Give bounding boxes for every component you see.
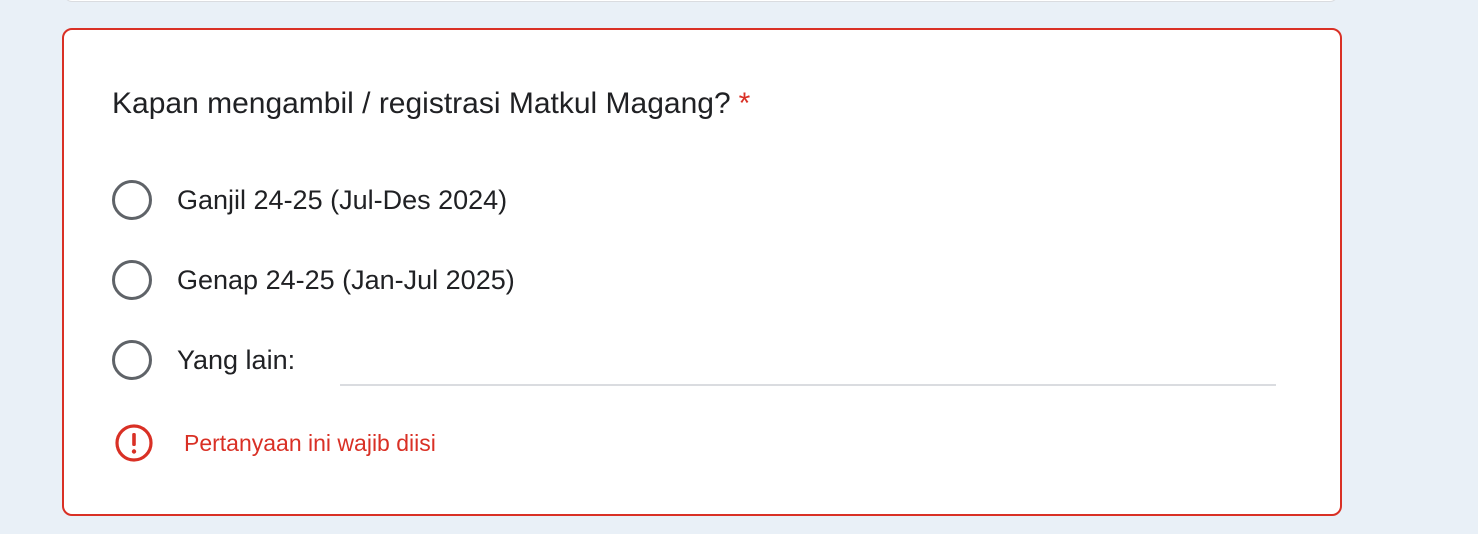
error-circle-icon bbox=[115, 424, 153, 462]
question-title: Kapan mengambil / registrasi Matkul Maga… bbox=[112, 84, 750, 124]
error-message: Pertanyaan ini wajib diisi bbox=[184, 430, 436, 456]
radio-option-label: Yang lain: bbox=[177, 345, 296, 375]
question-card: Kapan mengambil / registrasi Matkul Maga… bbox=[62, 28, 1342, 516]
radio-button[interactable] bbox=[112, 340, 152, 380]
radio-option-ganjil[interactable]: Ganjil 24-25 (Jul-Des 2024) bbox=[112, 178, 507, 222]
radio-option-label: Genap 24-25 (Jan-Jul 2025) bbox=[177, 265, 515, 295]
radio-button[interactable] bbox=[112, 180, 152, 220]
other-answer-input[interactable] bbox=[340, 348, 1276, 386]
radio-option-other[interactable]: Yang lain: bbox=[112, 338, 295, 382]
question-text: Kapan mengambil / registrasi Matkul Maga… bbox=[112, 87, 731, 120]
previous-question-card bbox=[64, 0, 1338, 2]
required-asterisk: * bbox=[738, 87, 751, 120]
radio-button[interactable] bbox=[112, 260, 152, 300]
radio-option-label: Ganjil 24-25 (Jul-Des 2024) bbox=[177, 185, 508, 215]
radio-option-genap[interactable]: Genap 24-25 (Jan-Jul 2025) bbox=[112, 258, 515, 302]
validation-error: Pertanyaan ini wajib diisi bbox=[114, 423, 436, 463]
